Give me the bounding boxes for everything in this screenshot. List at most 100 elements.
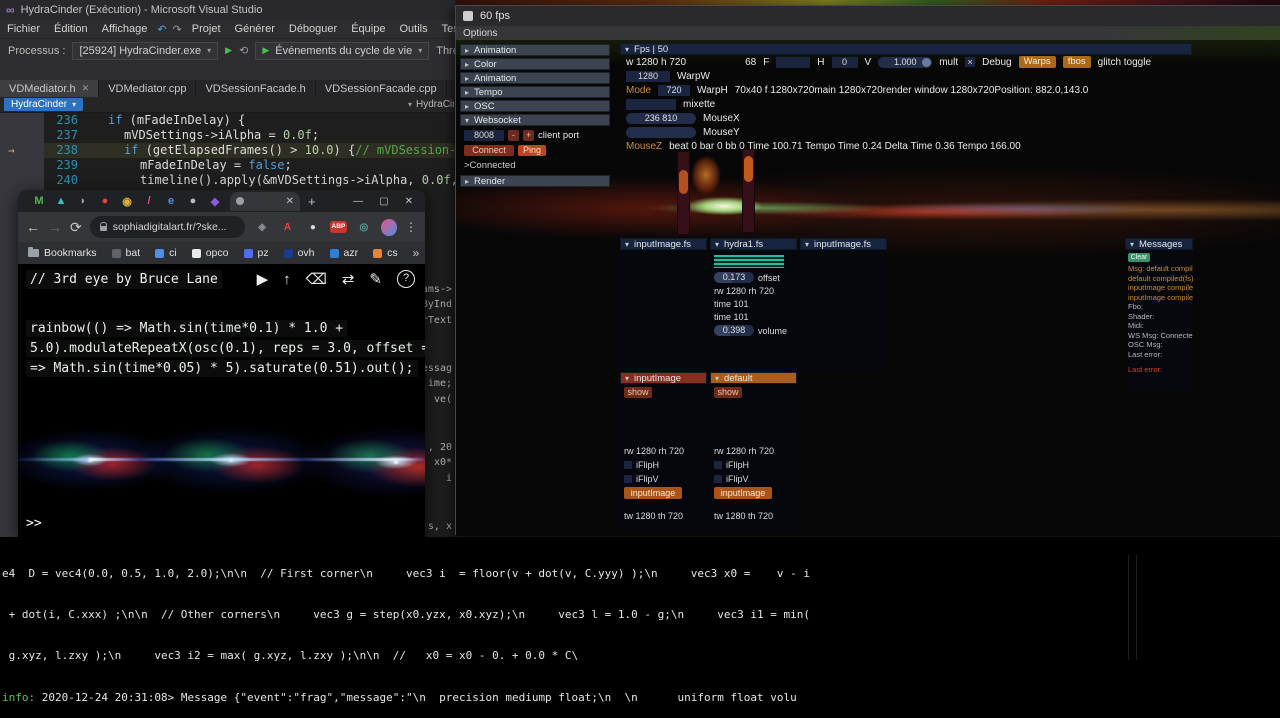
maximize-button[interactable]: ▢ [379, 196, 388, 207]
panel-header-color[interactable]: Color [460, 58, 610, 70]
clear-button[interactable]: Clear [1128, 253, 1150, 262]
back-button[interactable]: ← [26, 219, 40, 235]
window-titlebar[interactable]: Messages [1125, 238, 1193, 250]
mixette-input[interactable] [626, 99, 676, 110]
window-titlebar[interactable]: hydra1.fs [710, 238, 797, 250]
window-titlebar[interactable]: inputImage [620, 372, 707, 384]
clear-icon[interactable]: ⌫ [306, 270, 327, 288]
menu-fichier[interactable]: Fichier [0, 21, 47, 37]
window-titlebar[interactable]: inputImage.fs [800, 238, 887, 250]
panel-header-osc[interactable]: OSC [460, 100, 610, 112]
pinned-tab[interactable]: ◉ [116, 195, 138, 208]
pinned-tab[interactable]: ▲ [50, 195, 72, 207]
continue-icon[interactable]: ▶ [225, 45, 232, 56]
pinned-tab[interactable]: / [138, 195, 160, 207]
shuffle-icon[interactable]: ⇄ [342, 270, 355, 288]
menu-options[interactable]: Options [463, 28, 497, 39]
h-input[interactable]: 0 [832, 57, 858, 68]
lifecycle-combobox[interactable]: ▶ Événements du cycle de vie ▾ [255, 42, 429, 60]
bookmark-item[interactable]: bat [112, 247, 141, 259]
flipv-checkbox[interactable] [624, 475, 632, 483]
menu-affichage[interactable]: Affichage [95, 21, 155, 37]
hydra-comment-line[interactable]: // 3rd eye by Bruce Lane [26, 270, 222, 289]
pinned-tab[interactable]: ◆ [204, 195, 226, 208]
inputimage-button[interactable]: inputImage [624, 487, 682, 499]
nav-back-icon[interactable]: ↶ [154, 23, 169, 36]
bookmark-item[interactable]: ci [155, 247, 177, 259]
warpw-input[interactable]: 1280 [626, 71, 670, 82]
extension-icon-adblock[interactable]: ABP [330, 221, 347, 233]
mode-label[interactable]: Mode [626, 85, 651, 96]
extension-icon-github[interactable]: ● [304, 222, 321, 233]
bookmark-item[interactable]: azr [330, 247, 359, 259]
panel-header-tempo[interactable]: Tempo [460, 86, 610, 98]
show-button[interactable]: show [714, 387, 742, 398]
bookmarks-overflow-button[interactable]: » [413, 246, 420, 260]
menu-projet[interactable]: Projet [185, 21, 228, 37]
forward-button[interactable]: → [48, 219, 62, 235]
active-tab[interactable]: ✕ [230, 192, 300, 211]
offset-vslider[interactable] [742, 149, 755, 233]
hydra-console-prompt[interactable]: >> [26, 516, 42, 531]
lock-icon[interactable] [100, 226, 107, 231]
edit-icon[interactable]: ✎ [369, 270, 382, 288]
debug-checkbox[interactable]: × [965, 57, 975, 67]
mousez-label[interactable]: MouseZ [626, 141, 662, 152]
app-titlebar[interactable]: 60 fps [456, 6, 1280, 26]
line-number[interactable]: 239 [44, 158, 78, 173]
fliph-checkbox[interactable] [624, 461, 632, 469]
hydra-code-line[interactable]: => Math.sin(time*0.05) * 5).saturate(0.5… [26, 360, 418, 377]
minimize-button[interactable]: — [353, 196, 363, 207]
reload-button[interactable]: ⟳ [70, 219, 82, 236]
pinned-tab[interactable]: ● [182, 195, 204, 207]
address-bar[interactable]: sophiadigitalart.fr/?ske... [90, 216, 246, 238]
line-number[interactable]: 238 [44, 143, 78, 158]
menu-edition[interactable]: Édition [47, 21, 95, 37]
fliph-checkbox[interactable] [714, 461, 722, 469]
client-port-input[interactable]: 8008 [464, 130, 504, 141]
browser-menu-icon[interactable]: ⋮ [405, 220, 417, 234]
editor-tab[interactable]: VDSessionFacade.h [196, 80, 315, 97]
type-dropdown[interactable]: ▾ HydraCin [408, 99, 454, 110]
hydra-code-editor[interactable]: rainbow(() => Math.sin(time*0.1) * 1.0 +… [26, 320, 425, 380]
panel-header-animation-2[interactable]: Animation [460, 72, 610, 84]
run-icon[interactable]: ▶ [257, 270, 269, 288]
hydra-code-line[interactable]: rainbow(() => Math.sin(time*0.1) * 1.0 + [26, 320, 347, 337]
mousex-slider[interactable]: 236 810 [626, 113, 696, 124]
bookmark-item[interactable]: opco [192, 247, 229, 259]
help-icon[interactable]: ? [397, 270, 415, 288]
slider-grab[interactable] [679, 170, 688, 194]
offset-slider[interactable]: 0.173 [714, 272, 754, 283]
fps-window-titlebar[interactable]: Fps | 50 [620, 43, 1192, 55]
port-decrement-button[interactable]: - [508, 130, 519, 141]
profile-avatar[interactable] [381, 219, 397, 236]
slider-knob[interactable] [922, 58, 931, 67]
pinned-tab[interactable]: M [28, 195, 50, 207]
window-titlebar[interactable]: default [710, 372, 797, 384]
ping-button[interactable]: Ping [518, 145, 546, 156]
menu-outils[interactable]: Outils [392, 21, 434, 37]
editor-tab[interactable]: VDMediator.cpp [99, 80, 196, 97]
window-titlebar[interactable]: inputImage.fs [620, 238, 707, 250]
panel-header-animation[interactable]: Animation [460, 44, 610, 56]
connect-button[interactable]: Connect [464, 145, 514, 156]
upload-icon[interactable]: ↑ [283, 271, 291, 288]
flipv-checkbox[interactable] [714, 475, 722, 483]
editor-tab[interactable]: VDSessionFacade.cpp [316, 80, 447, 97]
url-text[interactable]: sophiadigitalart.fr/?ske... [113, 221, 227, 233]
extension-icon[interactable]: ◈ [253, 222, 270, 233]
mousey-slider[interactable] [626, 127, 696, 138]
pinned-tab[interactable]: ● [94, 195, 116, 207]
mult-slider[interactable]: 1.000 [878, 57, 932, 68]
panel-header-render[interactable]: Render [460, 175, 610, 187]
bookmark-item[interactable]: cs [373, 247, 398, 259]
show-button[interactable]: show [624, 387, 652, 398]
close-tab-icon[interactable]: ✕ [286, 196, 294, 207]
line-number[interactable]: 240 [44, 173, 78, 188]
slider-grab[interactable] [744, 156, 753, 182]
extension-icon[interactable]: A [279, 222, 296, 233]
inputimage-button[interactable]: inputImage [714, 487, 772, 499]
hydra-code-line[interactable]: 5.0).modulateRepeatX(osc(0.1), reps = 3.… [26, 340, 425, 357]
new-tab-button[interactable]: + [308, 194, 316, 209]
f-input[interactable] [776, 57, 810, 68]
